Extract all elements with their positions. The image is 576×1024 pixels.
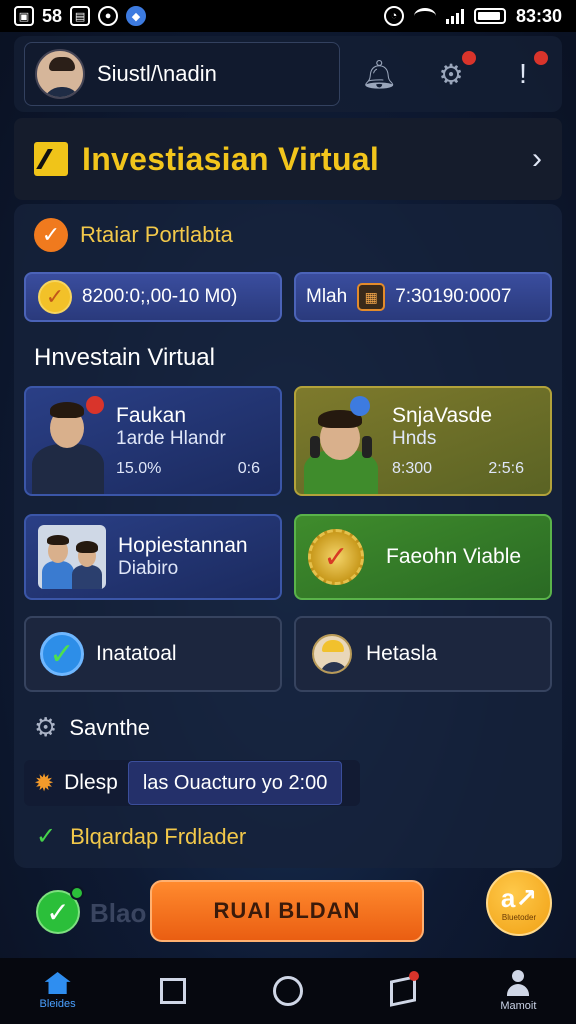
alarm-icon: ◔ [383, 6, 404, 26]
card-3-title: Hopiestannan [118, 534, 248, 557]
nav-overview[interactable] [133, 961, 213, 1021]
ghost-label: Blao [90, 898, 147, 928]
section-heading: Hnvestain Virtual [34, 344, 215, 372]
card-5-title: Inatatoal [96, 642, 177, 665]
bottom-nav: Bleides Mamoit [0, 958, 576, 1024]
status-bar: ▣ 58 ▤ ● ◆ ◔ 83:30 [0, 0, 576, 32]
vpn-icon: ◆ [126, 6, 147, 26]
user-profile-box[interactable]: Siustl/\nadin [24, 42, 340, 106]
status-time: 83:30 [515, 5, 562, 26]
status-left-text: 58 [42, 5, 63, 26]
settings-row-value[interactable]: las Ouacturo yo 2:00 [127, 761, 343, 805]
investment-card-2[interactable]: SnjaVasde Hnds 8:300 2:5:6 [294, 386, 552, 496]
worker-avatar-icon [312, 634, 352, 674]
family-photo [38, 525, 106, 589]
card-1-stat-right: 0:6 [237, 460, 260, 477]
section-title: Hnvestain Virtual [34, 344, 215, 371]
investor-portrait [26, 388, 110, 494]
secondary-value-pill[interactable]: Mlah ▦ 7:30190:0007 [294, 272, 552, 322]
messenger-icon: ● [98, 6, 119, 26]
nav-home[interactable]: Bleides [18, 961, 98, 1021]
alert-badge [534, 51, 548, 65]
settings-row[interactable]: ✹ Dlesp las Ouacturo yo 2:00 [24, 760, 360, 806]
card-2-title: SnjaVasde [392, 404, 493, 427]
app-header: Siustl/\nadin 🔔︎ ⚙ ! [14, 36, 562, 112]
investment-card-4[interactable]: ✓ Faeohn Viable [294, 514, 552, 600]
card-1-subtitle: 1arde Hlandr [116, 428, 226, 449]
chevron-right-icon: › [532, 142, 542, 175]
balance-value: 8200:0;,00-10 M0) [82, 286, 238, 307]
medal-check-icon: ✓ [308, 529, 364, 585]
banner-title: Investiasian Virtual [82, 140, 380, 177]
card-1-title: Faukan [116, 404, 187, 427]
screenshot-icon: ▣ [14, 6, 34, 26]
settings-heading: ⚙ Savnthe [34, 712, 150, 743]
card-6-title: Hetasla [366, 642, 438, 665]
tabs-badge [409, 971, 420, 981]
main-panel: ✓ Rtaiar Portlabta ✓ 8200:0;,00-10 M0) M… [14, 204, 562, 868]
username: Siustl/\nadin [97, 61, 217, 86]
promo-row[interactable]: ✓ Blqardap Frdlader [36, 822, 246, 851]
calculator-icon: ▦ [357, 283, 386, 311]
share-arrow-icon: a↗ [500, 882, 538, 913]
card-2-subtitle: Hnds [392, 428, 437, 449]
profile-icon [505, 970, 531, 996]
investment-card-3[interactable]: Hopiestannan Diabiro [24, 514, 282, 600]
settings-icon[interactable]: ⚙ [434, 51, 476, 91]
primary-action-button[interactable]: RUAI BLDAN [150, 880, 424, 942]
avatar [35, 49, 85, 99]
home-icon [44, 972, 71, 994]
investment-card-6[interactable]: Hetasla [294, 616, 552, 692]
advisor-portrait [296, 388, 386, 494]
alert-icon[interactable]: ! [506, 51, 548, 91]
nav-home-circle[interactable] [248, 961, 328, 1021]
card-4-title: Faeohn Viable [386, 545, 522, 568]
check-circle-blue-icon: ✓ [40, 632, 84, 676]
portfolio-label: Rtaiar Portlabta [80, 222, 233, 247]
portfolio-header: ✓ Rtaiar Portlabta [34, 218, 233, 252]
square-icon [159, 978, 186, 1004]
virtual-investment-banner[interactable]: Investiasian Virtual › [14, 118, 562, 200]
settings-label: Savnthe [69, 714, 151, 740]
investment-card-5[interactable]: ✓ Inatatoal [24, 616, 282, 692]
promo-text: Blqardap Frdlader [70, 823, 247, 849]
nav-tabs[interactable] [363, 961, 443, 1021]
nav-profile[interactable]: Mamoit [478, 961, 558, 1021]
fab-caption: Bluetoder [501, 912, 537, 922]
floating-action-button[interactable]: a↗ Bluetoder [486, 870, 552, 936]
secondary-value: 7:30190:0007 [395, 286, 512, 307]
card-1-stat-left: 15.0% [116, 460, 162, 477]
card-2-stat-right: 2:5:6 [488, 460, 524, 477]
sun-icon: ✹ [34, 769, 55, 797]
gear-icon: ⚙ [34, 712, 58, 742]
battery-icon [473, 8, 506, 24]
gallery-icon: ▤ [70, 6, 91, 26]
nav-profile-label: Mamoit [500, 1000, 537, 1012]
signal-icon [445, 8, 464, 24]
brand-icon [34, 142, 68, 176]
card-3-subtitle: Diabiro [118, 558, 179, 579]
coin-check-icon: ✓ [38, 280, 72, 314]
balance-pill[interactable]: ✓ 8200:0;,00-10 M0) [24, 272, 282, 322]
circle-icon [272, 976, 303, 1006]
check-icon: ✓ [36, 823, 57, 850]
notification-badge [462, 51, 476, 65]
wifi-icon [413, 8, 436, 24]
card-2-stat-left: 8:300 [392, 460, 433, 477]
bell-icon[interactable]: 🔔︎ [361, 57, 397, 91]
check-circle-icon: ✓ [34, 218, 68, 252]
secondary-label: Mlah [306, 286, 348, 307]
investment-card-1[interactable]: Faukan 1arde Hlandr 15.0% 0:6 [24, 386, 282, 496]
nav-home-label: Bleides [39, 998, 76, 1010]
confirm-badge [70, 886, 84, 900]
settings-row-label: Dlesp [64, 771, 118, 794]
